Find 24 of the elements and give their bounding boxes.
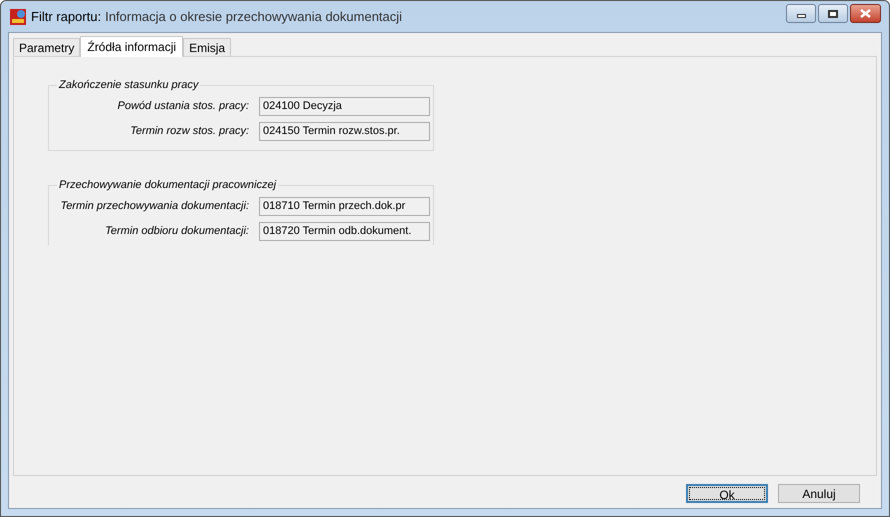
- minimize-button[interactable]: [786, 4, 816, 23]
- dialog-button[interactable]: Anuluj: [778, 484, 860, 503]
- app-icon: [10, 8, 26, 24]
- minimize-icon: [796, 14, 806, 18]
- group-title: Zakończenie stasunku pracy: [57, 78, 200, 92]
- window-title: Informacja o okresie przechowywania dokumentacji: [105, 8, 402, 26]
- dialog-button[interactable]: Ok: [686, 484, 768, 503]
- field-label: Termin rozw stos. pracy:: [129, 124, 249, 140]
- input-field[interactable]: 024100 Decyzja: [259, 97, 430, 116]
- maximize-icon: [828, 10, 838, 18]
- close-icon: [860, 9, 871, 18]
- close-button[interactable]: [850, 4, 881, 23]
- field-label: Termin odbioru dokumentacji:: [104, 224, 249, 240]
- group-title: Przechowywanie dokumentacji pracowniczej: [57, 178, 278, 192]
- field-label: Termin przechowywania dokumentacji:: [59, 199, 249, 214]
- input-field[interactable]: 024150 Termin rozw.stos.pr.: [259, 122, 430, 141]
- tab[interactable]: Emisja: [183, 38, 232, 56]
- tab[interactable]: Parametry: [13, 38, 80, 56]
- field-label: Powód ustania stos. pracy:: [116, 99, 249, 114]
- maximize-button[interactable]: [818, 4, 848, 23]
- input-field[interactable]: 018720 Termin odb.dokument.: [259, 222, 430, 241]
- input-field[interactable]: 018710 Termin przech.dok.pr: [259, 197, 430, 216]
- window-title-prefix: Filtr raportu:: [31, 8, 102, 26]
- tab[interactable]: Źródła informacji: [80, 36, 184, 57]
